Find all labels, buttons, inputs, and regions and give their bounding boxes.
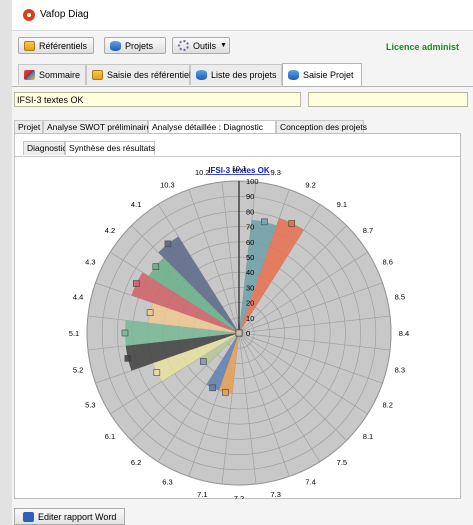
main-tabs: Sommaire Saisie des référentiels Liste d… [12,62,473,87]
category-label: 4.3 [85,257,95,266]
category-label: 6.3 [162,478,172,487]
tab-projet[interactable]: Projet [14,120,43,134]
category-label: 10.3 [160,180,175,189]
category-label: 8.1 [363,432,373,441]
tab-label: Sommaire [39,70,81,80]
radial-tick-label: 50 [246,253,254,262]
title-bar: Vafop Diag [12,0,473,31]
tab-liste-projets[interactable]: Liste des projets [190,64,282,85]
category-label: 8.7 [363,226,373,235]
radial-tick-label: 10 [246,314,254,323]
category-label: 8.5 [395,292,405,301]
tab-label: Liste des projets [211,70,277,80]
tab-conception-projets[interactable]: Conception des projets [276,120,367,134]
data-point-marker [288,220,296,227]
edit-word-report-label: Editer rapport Word [38,511,117,522]
folder-icon [24,40,35,51]
category-label: 5.2 [73,366,83,375]
outils-label: Outils [193,40,217,51]
category-label: 4.4 [73,292,83,301]
data-point-marker [200,358,207,365]
radial-tick-label: 20 [246,299,254,308]
database-icon [196,70,207,80]
tab-saisie-projet[interactable]: Saisie Projet [282,63,362,86]
project-secondary-field[interactable] [308,92,468,107]
radial-tick-label: 80 [246,207,254,216]
category-label: 4.1 [131,200,141,209]
radial-tick-label: 40 [246,268,254,277]
tab-analyse-swot[interactable]: Analyse SWOT préliminaire [43,120,151,134]
category-label: 6.1 [105,432,115,441]
data-point-marker [132,280,140,287]
tab-label: Saisie Projet [303,70,354,80]
radial-tick-label: 70 [246,223,254,232]
tab-diagnostic[interactable]: Diagnostic [23,141,67,155]
polar-chart: IFSI-3 textes OK 10.1 9.39.29.18.78.68.58… [69,164,409,503]
data-point-marker [209,384,216,392]
category-label: 7.2 [234,494,244,499]
database-icon [288,70,299,80]
licence-status: Licence administ [386,42,460,52]
database-icon [110,40,121,51]
projets-button[interactable]: Projets [104,37,166,54]
category-label: 9.3 [270,168,280,177]
word-icon [23,511,34,522]
data-point-marker [261,218,268,226]
category-label: 4.2 [105,226,115,235]
category-label: 6.2 [131,458,141,467]
category-label: 7.4 [305,478,315,487]
data-point-marker [124,355,132,362]
gear-icon [178,40,189,51]
cube-icon [24,70,35,80]
tab-sommaire[interactable]: Sommaire [18,64,86,85]
data-point-marker [152,263,160,270]
data-point-marker [164,240,172,248]
window-title: Vafop Diag [40,9,89,20]
category-label: 7.1 [197,490,207,499]
category-label: 10.2 [195,168,210,177]
tab-analyse-detaillee[interactable]: Analyse détaillée : Diagnostic [148,120,276,134]
category-label: 8.6 [382,257,392,266]
tab-synthese-resultats[interactable]: Synthèse des résultats [65,141,155,155]
tab-saisie-referentiels[interactable]: Saisie des référentiels [86,64,196,85]
radial-tick-label: 100 [246,177,259,186]
data-point-marker [153,369,161,376]
category-label: 9.1 [337,200,347,209]
radial-tick-label: 30 [246,283,254,292]
toolbar: Référentiels Projets Outils ▼ Licence ad… [12,34,473,58]
projets-label: Projets [125,40,154,51]
radial-tick-label: 0 [246,329,250,338]
category-label: 5.3 [85,401,95,410]
outils-menu-button[interactable]: Outils ▼ [172,37,230,54]
category-label: 8.3 [395,366,405,375]
category-label: 7.3 [270,490,280,499]
radial-tick-label: 60 [246,238,254,247]
referentiels-button[interactable]: Référentiels [18,37,94,54]
category-label: 9.2 [305,180,315,189]
data-point-marker [235,329,243,337]
chart-area: IFSI-3 textes OK 10.1 9.3 9.2 9.1 8.7 8.6 8.5 8… [15,156,460,503]
category-label: 8.4 [399,329,409,338]
chevron-down-icon: ▼ [220,42,227,49]
category-label: 7.5 [337,458,347,467]
category-label: 8.2 [382,401,392,410]
category-label: 10.1 [232,164,247,173]
data-point-marker [121,329,129,337]
category-label: 5.1 [69,329,79,338]
data-point-marker [222,388,229,396]
app-logo-icon [23,9,35,21]
diagnostic-panel: Diagnostic Synthèse des résultats IFSI-3… [14,133,461,503]
data-point-marker [146,309,154,317]
tab-label: Saisie des référentiels [107,70,196,80]
folder-icon [92,70,103,80]
project-name-field[interactable]: IFSI-3 textes OK [14,92,301,107]
referentiels-label: Référentiels [39,40,88,51]
edit-word-report-button[interactable]: Editer rapport Word [14,508,126,525]
radial-tick-label: 90 [246,192,254,201]
